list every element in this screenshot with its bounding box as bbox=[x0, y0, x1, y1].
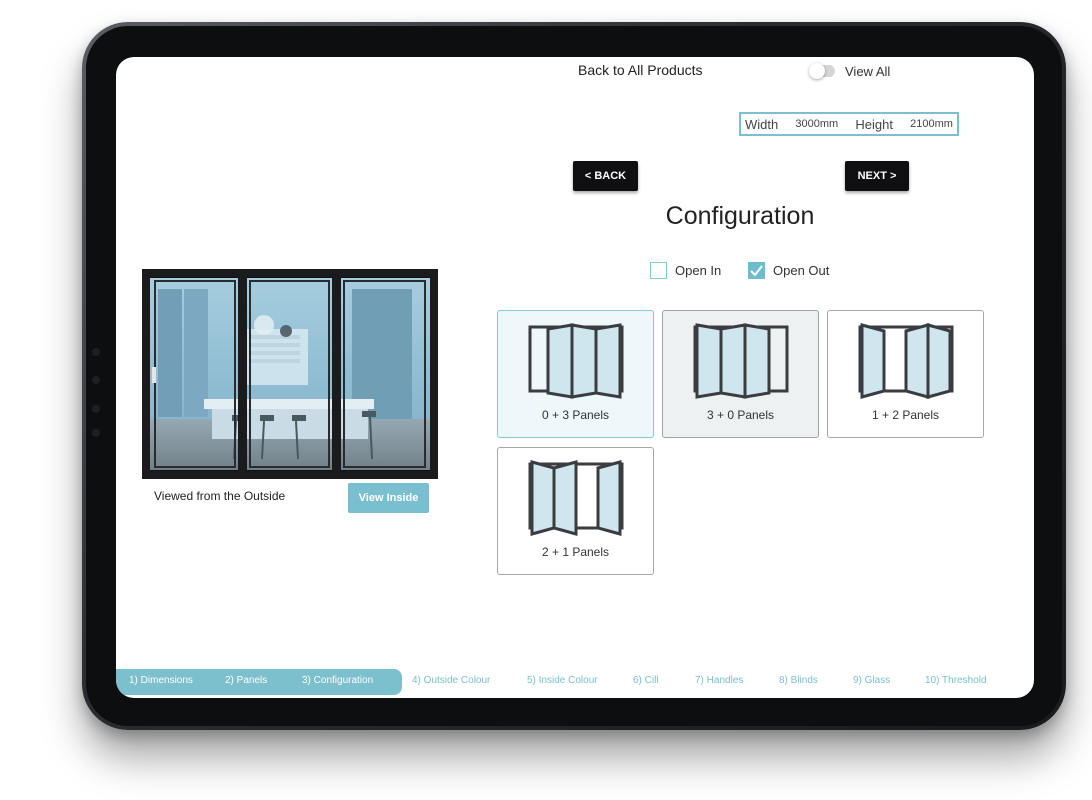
step-handles[interactable]: 7) Handles bbox=[695, 675, 743, 686]
tablet-side-button bbox=[92, 405, 100, 413]
step-inside-colour[interactable]: 5) Inside Colour bbox=[527, 675, 598, 686]
app-screen: Back to All Products View All Width 3000… bbox=[116, 57, 1034, 698]
step-blinds[interactable]: 8) Blinds bbox=[779, 675, 818, 686]
checkmark-icon bbox=[750, 265, 763, 276]
panels-2-1-icon bbox=[528, 460, 624, 536]
open-in-label: Open In bbox=[675, 263, 722, 278]
dimensions-box: Width 3000mm Height 2100mm bbox=[739, 112, 959, 136]
step-panels[interactable]: 2) Panels bbox=[225, 675, 267, 686]
config-label: 3 + 0 Panels bbox=[706, 408, 775, 422]
width-value: 3000mm bbox=[795, 118, 839, 130]
tablet-side-button bbox=[92, 376, 100, 384]
view-all-toggle[interactable] bbox=[809, 63, 835, 79]
open-out-label: Open Out bbox=[773, 263, 830, 278]
config-label: 0 + 3 Panels bbox=[541, 408, 610, 422]
height-label: Height bbox=[855, 116, 893, 132]
open-in-checkbox[interactable] bbox=[650, 262, 667, 279]
back-button[interactable]: < BACK bbox=[573, 161, 638, 191]
config-label: 1 + 2 Panels bbox=[871, 408, 940, 422]
config-label: 2 + 1 Panels bbox=[541, 545, 610, 559]
step-cill[interactable]: 6) Cill bbox=[633, 675, 659, 686]
view-all-label: View All bbox=[845, 64, 891, 79]
step-configuration[interactable]: 3) Configuration bbox=[302, 675, 373, 686]
next-button[interactable]: NEXT > bbox=[845, 161, 909, 191]
step-outside-colour[interactable]: 4) Outside Colour bbox=[412, 675, 490, 686]
panels-1-2-icon bbox=[858, 323, 954, 399]
width-label: Width bbox=[745, 116, 779, 132]
config-card-2-1[interactable]: 2 + 1 Panels bbox=[497, 447, 654, 575]
panels-0-3-icon bbox=[528, 323, 624, 399]
open-out-checkbox[interactable] bbox=[748, 262, 765, 279]
tablet-side-button bbox=[92, 348, 100, 356]
open-in-option[interactable]: Open In bbox=[650, 262, 721, 279]
view-inside-button[interactable]: View Inside bbox=[348, 483, 429, 513]
config-card-3-0[interactable]: 3 + 0 Panels bbox=[662, 310, 819, 438]
page-title: Configuration bbox=[665, 202, 815, 230]
step-dimensions[interactable]: 1) Dimensions bbox=[129, 675, 193, 686]
back-to-products-link[interactable]: Back to All Products bbox=[578, 62, 703, 78]
toggle-knob bbox=[809, 63, 825, 79]
panels-3-0-icon bbox=[693, 323, 789, 399]
tablet-side-button bbox=[92, 429, 100, 437]
step-progress-bar: 1) Dimensions 2) Panels 3) Configuration… bbox=[116, 669, 1034, 695]
open-out-option[interactable]: Open Out bbox=[748, 262, 829, 279]
config-card-1-2[interactable]: 1 + 2 Panels bbox=[827, 310, 984, 438]
door-preview-image bbox=[142, 269, 438, 479]
preview-caption: Viewed from the Outside bbox=[154, 489, 286, 503]
config-card-0-3[interactable]: 0 + 3 Panels bbox=[497, 310, 654, 438]
step-threshold[interactable]: 10) Threshold bbox=[925, 675, 987, 686]
kitchen-scene-illustration bbox=[142, 269, 438, 479]
height-value: 2100mm bbox=[910, 118, 953, 130]
step-glass[interactable]: 9) Glass bbox=[853, 675, 890, 686]
